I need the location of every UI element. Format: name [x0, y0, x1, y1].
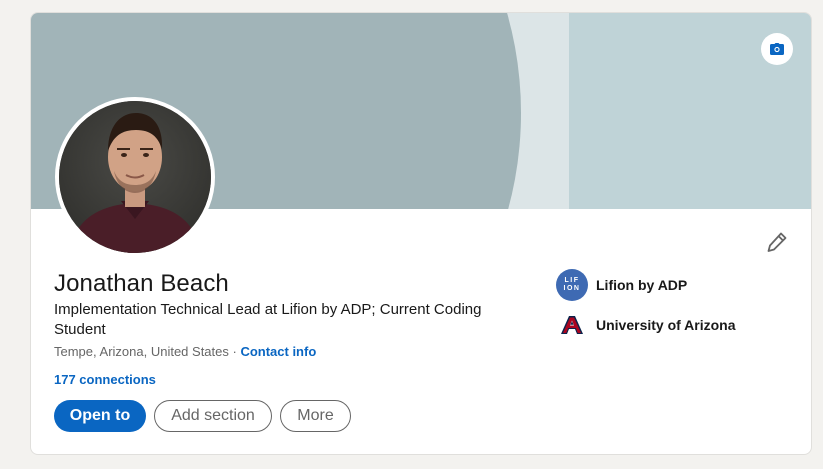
profile-headline: Implementation Technical Lead at Lifion … [54, 301, 482, 338]
profile-location: Tempe, Arizona, United States [54, 344, 229, 359]
connections-link[interactable]: 177 connections [54, 372, 156, 387]
location-line: Tempe, Arizona, United States · Contact … [54, 344, 316, 359]
edit-intro-button[interactable] [763, 228, 791, 256]
education-name: University of Arizona [596, 317, 736, 333]
university-of-arizona-icon [561, 316, 583, 334]
profile-name: Jonathan Beach [54, 270, 229, 297]
profile-photo[interactable] [55, 97, 215, 257]
add-section-button[interactable]: Add section [154, 400, 272, 432]
pencil-icon [767, 232, 787, 252]
current-company-link[interactable]: LIF ION Lifion by ADP [556, 269, 687, 301]
more-button[interactable]: More [280, 400, 351, 432]
education-link[interactable]: University of Arizona [556, 309, 736, 341]
contact-info-link[interactable]: Contact info [240, 344, 316, 359]
edit-background-button[interactable] [761, 33, 793, 65]
location-separator: · [228, 344, 241, 359]
profile-card: Jonathan Beach Implementation Technical … [30, 12, 812, 455]
open-to-button[interactable]: Open to [54, 400, 146, 432]
university-of-arizona-logo [556, 309, 588, 341]
camera-icon [770, 43, 784, 55]
lifion-logo: LIF ION [556, 269, 588, 301]
lifion-logo-text: LIF ION [563, 277, 581, 292]
profile-photo-image [59, 101, 211, 253]
current-company-name: Lifion by ADP [596, 277, 688, 293]
